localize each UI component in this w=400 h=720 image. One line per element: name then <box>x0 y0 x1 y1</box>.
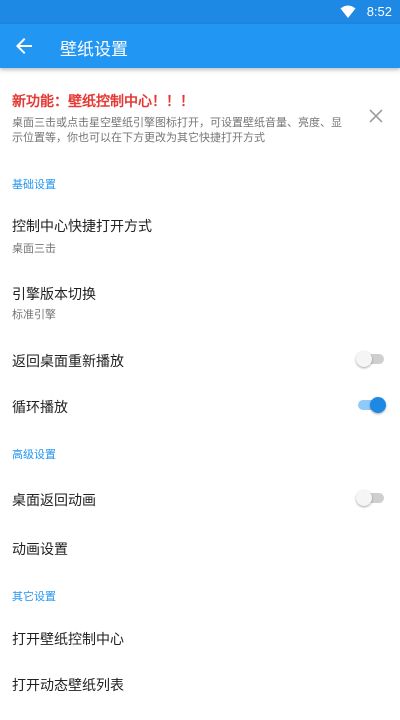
arrow-back-icon[interactable] <box>12 34 36 58</box>
animation-settings-item[interactable]: 动画设置 <box>12 539 68 559</box>
loop-play-title[interactable]: 循环播放 <box>12 397 68 417</box>
loop-play-toggle[interactable] <box>356 395 386 415</box>
toggle-thumb <box>356 490 372 506</box>
toggle-thumb <box>370 397 386 413</box>
engine-setting-value: 标准引擎 <box>12 308 56 321</box>
banner-description: 桌面三击或点击星空壁纸引擎图标打开，可设置壁纸音量、亮度、显示位置等，你也可以在… <box>12 116 342 144</box>
engine-setting-title[interactable]: 引擎版本切换 <box>12 284 96 304</box>
open-live-wallpaper-list-item[interactable]: 打开动态壁纸列表 <box>12 675 124 695</box>
home-animation-title[interactable]: 桌面返回动画 <box>12 490 96 510</box>
home-animation-toggle[interactable] <box>356 488 386 508</box>
section-header-other: 其它设置 <box>12 590 56 603</box>
shortcut-setting-value: 桌面三击 <box>12 242 56 255</box>
section-header-basic: 基础设置 <box>12 178 56 191</box>
toggle-thumb <box>356 351 372 367</box>
app-bar: 壁纸设置 <box>0 24 400 68</box>
replay-on-home-title[interactable]: 返回桌面重新播放 <box>12 351 124 371</box>
replay-on-home-toggle[interactable] <box>356 349 386 369</box>
status-bar: 8:52 <box>0 0 400 24</box>
shortcut-setting-title[interactable]: 控制中心快捷打开方式 <box>12 216 152 236</box>
wifi-icon <box>340 5 356 18</box>
status-time: 8:52 <box>366 4 392 19</box>
banner-title: 新功能：壁纸控制中心！！！ <box>12 94 194 110</box>
section-header-advanced: 高级设置 <box>12 448 56 461</box>
close-icon[interactable] <box>368 108 384 124</box>
open-control-center-item[interactable]: 打开壁纸控制中心 <box>12 629 124 649</box>
page-title: 壁纸设置 <box>60 40 128 60</box>
